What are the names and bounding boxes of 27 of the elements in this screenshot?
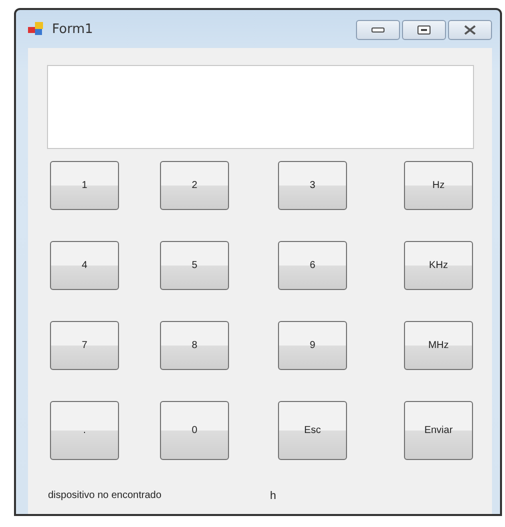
status-label: dispositivo no encontrado bbox=[48, 490, 162, 502]
keypad-button[interactable]: 3 bbox=[278, 161, 347, 210]
keypad-button[interactable]: 9 bbox=[278, 321, 347, 370]
display-field[interactable] bbox=[47, 65, 474, 149]
window-title: Form1 bbox=[52, 22, 94, 36]
maximize-icon bbox=[417, 25, 431, 35]
minimize-button[interactable] bbox=[356, 20, 400, 40]
keypad-button[interactable]: 2 bbox=[160, 161, 229, 210]
maximize-button[interactable] bbox=[402, 20, 446, 40]
keypad-button[interactable]: 7 bbox=[50, 321, 119, 370]
close-icon bbox=[463, 25, 477, 35]
keypad-button[interactable]: KHz bbox=[404, 241, 473, 290]
keypad-button[interactable]: Esc bbox=[278, 401, 347, 460]
unit-label: h bbox=[270, 490, 276, 502]
keypad-button[interactable]: . bbox=[50, 401, 119, 460]
keypad-button[interactable]: Hz bbox=[404, 161, 473, 210]
keypad-button[interactable]: 1 bbox=[50, 161, 119, 210]
keypad-button[interactable]: 6 bbox=[278, 241, 347, 290]
keypad-button[interactable]: 8 bbox=[160, 321, 229, 370]
keypad-button[interactable]: Enviar bbox=[404, 401, 473, 460]
app-icon bbox=[28, 22, 44, 36]
close-button[interactable] bbox=[448, 20, 492, 40]
keypad-button[interactable]: MHz bbox=[404, 321, 473, 370]
keypad-button[interactable]: 0 bbox=[160, 401, 229, 460]
minimize-icon bbox=[371, 27, 385, 33]
keypad-button[interactable]: 4 bbox=[50, 241, 119, 290]
keypad-button[interactable]: 5 bbox=[160, 241, 229, 290]
